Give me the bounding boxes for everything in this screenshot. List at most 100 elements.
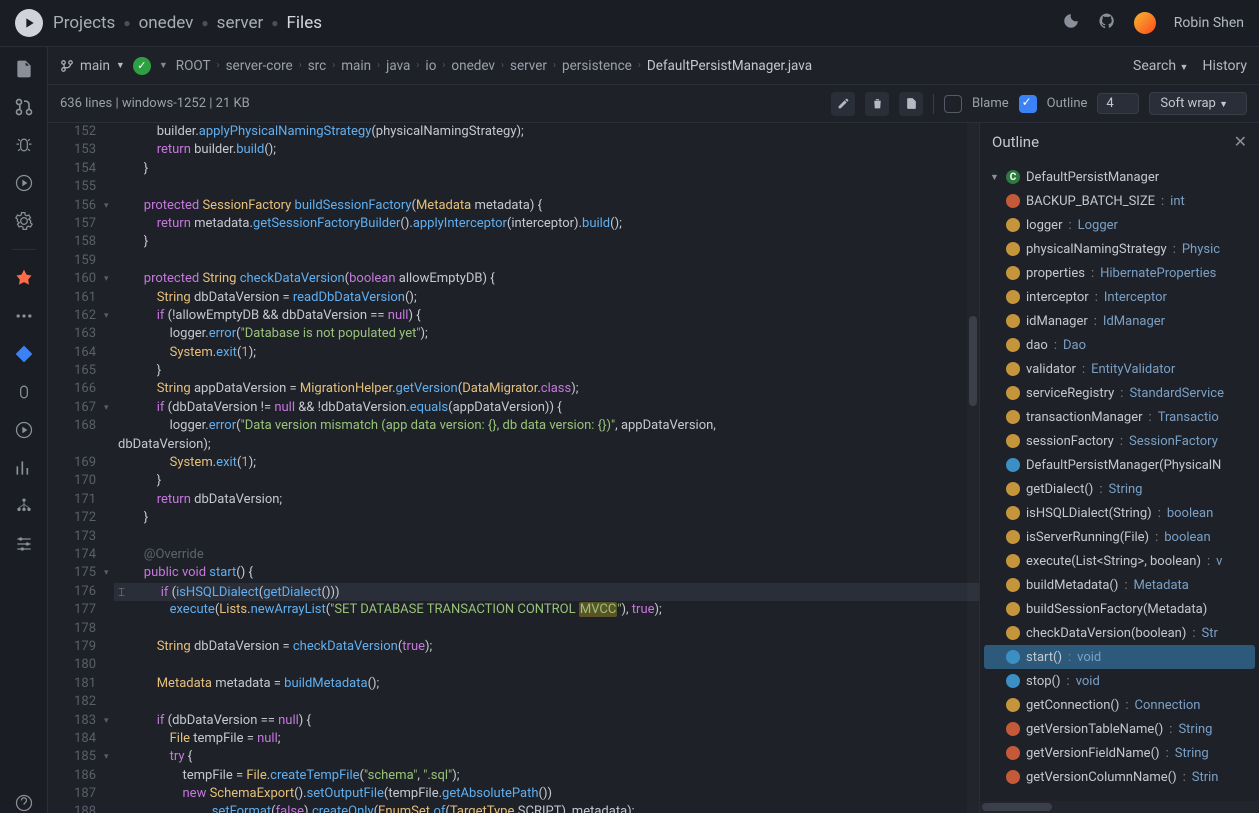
outline-item[interactable]: transactionManager : Transactio <box>980 405 1259 429</box>
path-seg[interactable]: persistence <box>562 58 632 74</box>
blame-toggle[interactable] <box>944 95 962 113</box>
outline-item[interactable]: physicalNamingStrategy : Physic <box>980 237 1259 261</box>
settings-icon[interactable] <box>14 211 34 231</box>
tree-icon[interactable] <box>14 496 34 516</box>
outline-item[interactable]: isServerRunning(File) : boolean <box>980 525 1259 549</box>
vertical-scrollbar[interactable] <box>967 123 979 813</box>
stats-icon[interactable] <box>14 458 34 478</box>
outline-item[interactable]: start() : void <box>984 645 1255 669</box>
member-badge-icon <box>1006 602 1020 616</box>
outline-item[interactable]: serviceRegistry : StandardService <box>980 381 1259 405</box>
outline-item[interactable]: buildSessionFactory(Metadata) <box>980 597 1259 621</box>
outline-item-name: transactionManager <box>1026 410 1143 425</box>
outline-item[interactable]: checkDataVersion(boolean) : Str <box>980 621 1259 645</box>
outline-item[interactable]: execute(List<String>, boolean) : v <box>980 549 1259 573</box>
edit-button[interactable] <box>831 92 855 116</box>
theme-icon[interactable] <box>1062 12 1080 34</box>
path-seg[interactable]: io <box>425 58 436 74</box>
outline-item[interactable]: idManager : IdManager <box>980 309 1259 333</box>
play-icon[interactable] <box>14 420 34 440</box>
member-badge-icon <box>1006 530 1020 544</box>
search-link[interactable]: Search ▼ <box>1133 58 1188 74</box>
close-icon[interactable]: ✕ <box>1234 132 1247 151</box>
crumb-server[interactable]: server <box>217 13 264 33</box>
outline-item-name: BACKUP_BATCH_SIZE <box>1026 194 1155 209</box>
path-actions: Search ▼ History <box>1133 58 1247 74</box>
path-seg[interactable]: java <box>386 58 410 74</box>
outline-item[interactable]: sessionFactory : SessionFactory <box>980 429 1259 453</box>
outline-item[interactable]: stop() : void <box>980 669 1259 693</box>
github-icon[interactable] <box>1098 12 1116 34</box>
outline-item[interactable]: buildMetadata() : Metadata <box>980 573 1259 597</box>
outline-item[interactable]: dao : Dao <box>980 333 1259 357</box>
outline-item[interactable]: properties : HibernateProperties <box>980 261 1259 285</box>
outline-item-name: logger <box>1026 218 1062 233</box>
indent-input[interactable] <box>1097 93 1139 114</box>
files-icon[interactable] <box>14 59 34 79</box>
help-icon[interactable] <box>14 793 34 813</box>
outline-item[interactable]: interceptor : Interceptor <box>980 285 1259 309</box>
path-seg[interactable]: server-core <box>226 58 293 74</box>
outline-item-type: v <box>1216 554 1222 569</box>
path-root[interactable]: ROOT <box>176 58 211 74</box>
chevron-down-icon[interactable]: ▼ <box>159 60 168 71</box>
build-status[interactable]: ✓ <box>133 57 151 75</box>
outline-item-type: HibernateProperties <box>1100 266 1216 281</box>
username[interactable]: Robin Shen <box>1174 15 1244 31</box>
avatar[interactable] <box>1134 12 1156 34</box>
outline-body[interactable]: ▼ C DefaultPersistManager BACKUP_BATCH_S… <box>980 161 1259 801</box>
outline-item[interactable]: validator : EntityValidator <box>980 357 1259 381</box>
path-seg[interactable]: onedev <box>451 58 495 74</box>
fold-column[interactable]: ▾▾▾▾▾▾▾▾ <box>104 123 114 813</box>
pipeline-icon[interactable] <box>14 173 34 193</box>
outline-root[interactable]: ▼ C DefaultPersistManager <box>980 165 1259 189</box>
outline-item[interactable]: BACKUP_BATCH_SIZE : int <box>980 189 1259 213</box>
rocket-icon[interactable] <box>14 268 34 288</box>
outline-item[interactable]: DefaultPersistManager(PhysicalN <box>980 453 1259 477</box>
path-seg[interactable]: src <box>308 58 326 74</box>
path-seg[interactable]: main <box>341 58 371 74</box>
bug-icon[interactable] <box>14 135 34 155</box>
outline-item[interactable]: getVersionColumnName() : Strin <box>980 765 1259 789</box>
outline-item-name: getVersionColumnName() <box>1026 770 1177 785</box>
projects-link[interactable]: Projects <box>53 13 115 33</box>
more-icon[interactable] <box>14 306 34 326</box>
delete-button[interactable] <box>865 92 889 116</box>
separator: ● <box>271 16 278 30</box>
app-logo[interactable] <box>15 9 43 37</box>
diamond-icon[interactable] <box>14 344 34 364</box>
outline-item-type: boolean <box>1167 506 1213 521</box>
outline-item-name: properties <box>1026 266 1085 281</box>
outline-item[interactable]: isHSQLDialect(String) : boolean <box>980 501 1259 525</box>
scroll-thumb[interactable] <box>982 803 1052 811</box>
outline-item[interactable]: getVersionTableName() : String <box>980 717 1259 741</box>
outline-item[interactable]: getConnection() : Connection <box>980 693 1259 717</box>
header-breadcrumb: Projects ● onedev ● server ● Files <box>53 13 322 33</box>
outline-item[interactable]: logger : Logger <box>980 213 1259 237</box>
member-badge-icon <box>1006 314 1020 328</box>
file-path-breadcrumb: ROOT › server-core› src› main› java› io›… <box>176 58 812 74</box>
member-badge-icon <box>1006 674 1020 688</box>
crumb-files[interactable]: Files <box>287 13 322 33</box>
scroll-thumb[interactable] <box>969 316 977 406</box>
bug2-icon[interactable] <box>14 382 34 402</box>
code-editor[interactable]: 1521531541551561571581591601611621631641… <box>48 123 979 813</box>
outline-item[interactable]: getDialect() : String <box>980 477 1259 501</box>
crumb-onedev[interactable]: onedev <box>139 13 194 33</box>
outline-item-type: Transactio <box>1158 410 1219 425</box>
wrap-select[interactable]: Soft wrap ▼ <box>1149 92 1247 115</box>
raw-button[interactable] <box>899 92 923 116</box>
pull-request-icon[interactable] <box>14 97 34 117</box>
outline-horizontal-scrollbar[interactable] <box>980 801 1259 813</box>
member-badge-icon <box>1006 410 1020 424</box>
outline-item-type: StandardService <box>1129 386 1224 401</box>
twisty-icon[interactable]: ▼ <box>990 172 1000 183</box>
member-badge-icon <box>1006 386 1020 400</box>
outline-item[interactable]: getVersionFieldName() : String <box>980 741 1259 765</box>
outline-toggle[interactable] <box>1019 95 1037 113</box>
branch-selector[interactable]: main ▼ <box>60 58 125 74</box>
code-area[interactable]: builder.applyPhysicalNamingStrategy(phys… <box>114 123 979 813</box>
history-link[interactable]: History <box>1202 58 1247 74</box>
path-seg[interactable]: server <box>510 58 547 74</box>
sliders-icon[interactable] <box>14 534 34 554</box>
